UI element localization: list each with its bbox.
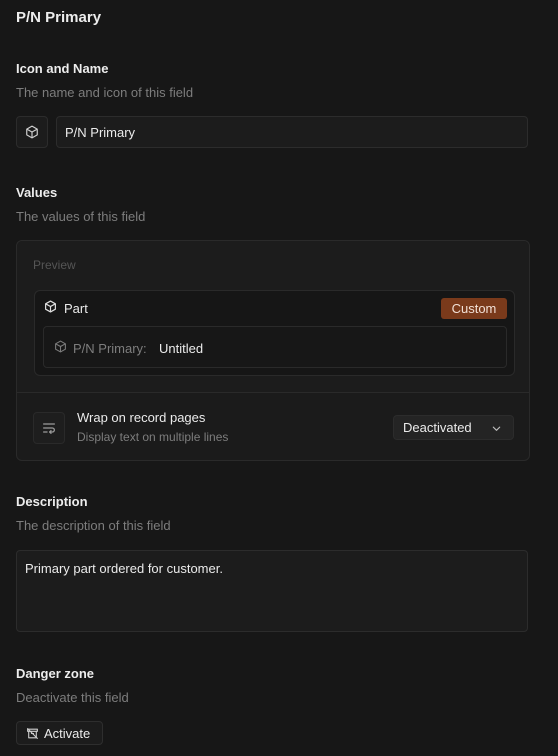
description-title: Description	[16, 494, 88, 509]
cube-icon	[45, 300, 56, 313]
field-name-input[interactable]	[56, 116, 528, 148]
wrap-setting-description: Display text on multiple lines	[77, 430, 229, 444]
values-description: The values of this field	[16, 209, 146, 224]
cube-icon	[55, 340, 66, 353]
danger-zone-title: Danger zone	[16, 666, 95, 681]
values-title: Values	[16, 185, 58, 200]
text-wrap-icon	[43, 423, 55, 434]
chevron-down-icon	[492, 426, 501, 431]
icon-picker-button[interactable]	[16, 116, 48, 148]
record-preview-card: Part Custom P/N Primary: Untitled	[34, 290, 515, 376]
description-subtitle: The description of this field	[16, 518, 171, 533]
field-preview-row: P/N Primary: Untitled	[43, 326, 507, 368]
preview-area: Preview Part Custom P/N Primary: Untitle…	[17, 241, 529, 393]
values-card: Preview Part Custom P/N Primary: Untitle…	[16, 240, 530, 461]
wrap-icon-container	[33, 412, 65, 444]
archive-off-icon	[27, 727, 38, 739]
wrap-select[interactable]: Deactivated	[393, 415, 514, 440]
description-textarea[interactable]: Primary part ordered for customer.	[16, 550, 528, 632]
field-settings-page: P/N Primary Icon and Name The name and i…	[0, 0, 558, 756]
activate-button[interactable]: Activate	[16, 721, 103, 745]
page-title: P/N Primary	[16, 9, 102, 26]
icon-name-description: The name and icon of this field	[16, 85, 194, 100]
record-name: Part	[64, 301, 88, 316]
activate-button-label: Activate	[44, 725, 91, 741]
wrap-select-value: Deactivated	[403, 420, 472, 435]
icon-name-title: Icon and Name	[16, 61, 109, 76]
field-preview-value: Untitled	[159, 341, 204, 356]
cube-icon	[26, 125, 38, 139]
field-preview-label: P/N Primary:	[73, 341, 147, 356]
preview-label: Preview	[33, 258, 76, 272]
custom-badge: Custom	[441, 298, 507, 319]
wrap-setting-title: Wrap on record pages	[77, 410, 206, 425]
danger-zone-description: Deactivate this field	[16, 690, 129, 705]
